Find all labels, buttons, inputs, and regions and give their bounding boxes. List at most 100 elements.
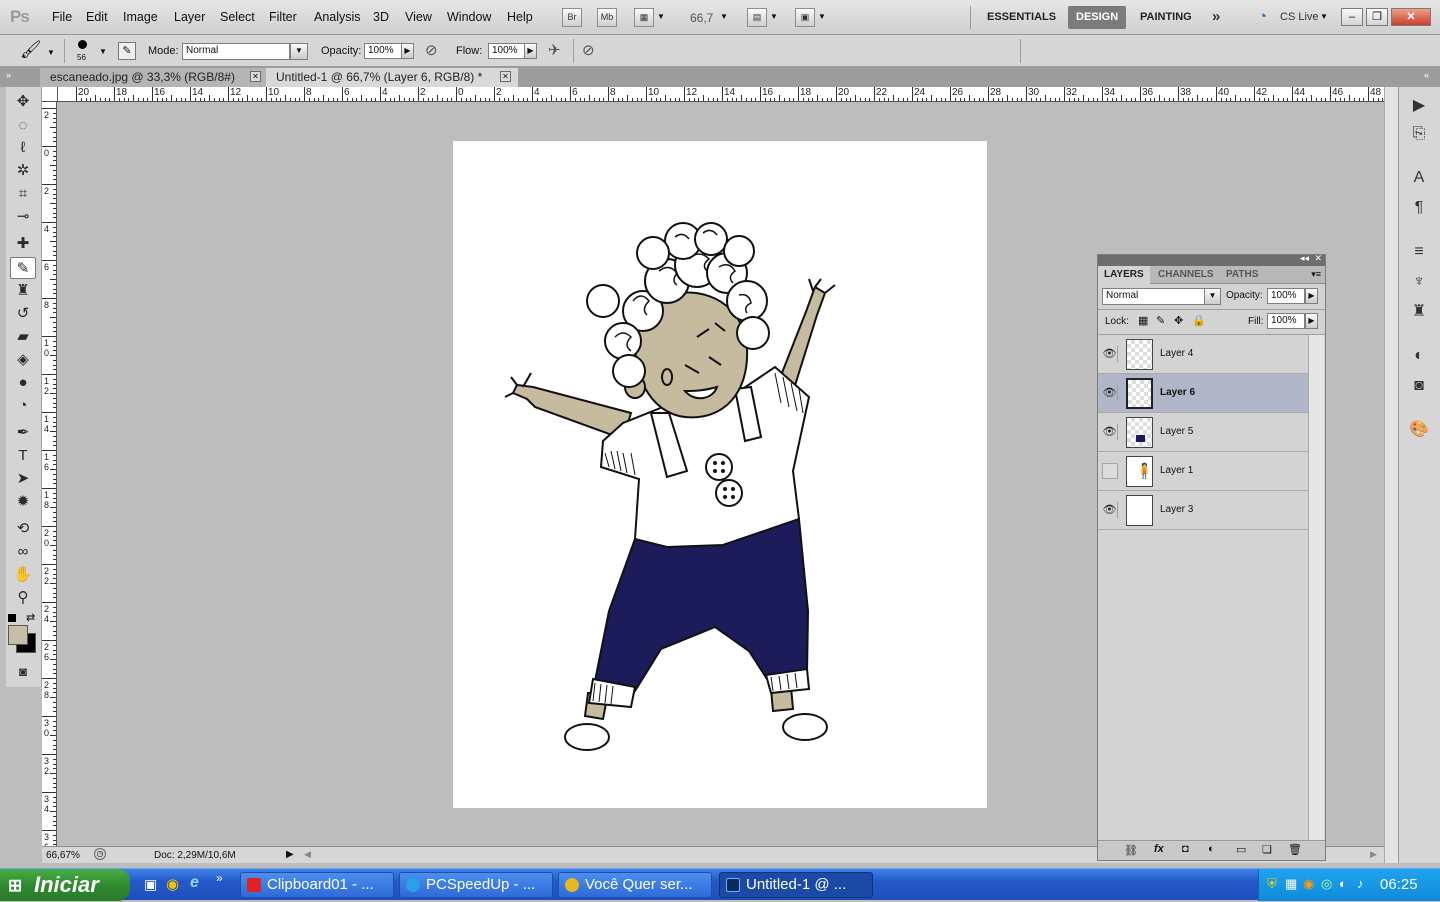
layer-row-layer-5[interactable]: 👁 Layer 5: [1098, 413, 1308, 452]
more-quicklaunch-icon[interactable]: »: [216, 871, 223, 885]
history-brush-icon[interactable]: ↺: [10, 303, 36, 325]
visibility-eye-icon[interactable]: 👁: [1102, 385, 1118, 401]
adjustment-layer-icon[interactable]: ◐: [1208, 843, 1215, 855]
menu-filter[interactable]: Filter: [269, 10, 297, 24]
layer-name[interactable]: Layer 4: [1160, 348, 1193, 359]
close-tab-icon[interactable]: ✕: [250, 71, 261, 82]
shape-tool-icon[interactable]: ✹: [10, 491, 36, 513]
start-button[interactable]: ⊞ Iniciar: [0, 869, 130, 901]
layer-opacity-input[interactable]: 100%: [1267, 288, 1305, 304]
layer-name[interactable]: Layer 6: [1160, 387, 1195, 398]
close-icon[interactable]: ✕: [1314, 253, 1322, 264]
security-shield-icon[interactable]: ⛨: [1267, 876, 1277, 892]
chevron-right-icon[interactable]: ▶: [1305, 288, 1318, 304]
brush-preview-icon[interactable]: [78, 40, 87, 49]
volume-icon[interactable]: ♪: [1357, 876, 1364, 891]
eyedropper-icon[interactable]: ⊸: [10, 206, 36, 228]
healing-brush-icon[interactable]: ✚: [10, 233, 36, 255]
pressure-size-icon[interactable]: ⊘: [582, 41, 595, 59]
brush-panel-icon[interactable]: ♆: [1407, 271, 1431, 293]
layer-row-layer-4[interactable]: 👁 Layer 4: [1098, 335, 1308, 374]
workspace-painting[interactable]: PAINTING: [1132, 6, 1200, 29]
swatches-panel-icon[interactable]: 🎨: [1407, 419, 1431, 441]
layer-name[interactable]: Layer 1: [1160, 465, 1193, 476]
task-pcspeedup[interactable]: PCSpeedUp - ...: [399, 872, 553, 898]
visibility-eye-icon[interactable]: 👁: [1102, 502, 1118, 518]
menu-view[interactable]: View: [405, 10, 432, 24]
restore-button[interactable]: ❐: [1366, 8, 1388, 26]
menu-3d[interactable]: 3D: [373, 10, 389, 24]
eraser-icon[interactable]: ▰: [10, 326, 36, 348]
chevron-down-icon[interactable]: ▼: [1320, 12, 1328, 21]
task-clipboard01[interactable]: Clipboard01 - ...: [240, 872, 394, 898]
lock-position-icon[interactable]: ✥: [1174, 314, 1183, 327]
menu-select[interactable]: Select: [220, 10, 255, 24]
task-photoshop[interactable]: Untitled-1 @ ...: [719, 872, 873, 898]
tab-escaneado[interactable]: escaneado.jpg @ 33,3% (RGB/8#): [40, 68, 266, 87]
tab-layers[interactable]: LAYERS: [1098, 266, 1150, 284]
blend-mode-select[interactable]: Normal: [1102, 288, 1206, 305]
brush-panel-icon[interactable]: ✎: [118, 42, 136, 60]
mode-select[interactable]: Normal: [182, 43, 290, 60]
show-desktop-icon[interactable]: ▣: [144, 876, 157, 893]
zoom-tool-icon[interactable]: ⚲: [10, 587, 36, 609]
status-options-icon[interactable]: ◷: [94, 848, 106, 860]
chevron-down-icon[interactable]: ▼: [1204, 288, 1221, 305]
extras-grid-icon[interactable]: ▦: [634, 8, 654, 27]
marquee-tool-icon[interactable]: ◌: [10, 115, 36, 137]
chevron-down-icon[interactable]: ▼: [47, 48, 55, 57]
cs-live-menu[interactable]: CS Live: [1280, 11, 1319, 23]
hand-tool-icon[interactable]: ✋: [10, 564, 36, 586]
tray-sync-icon[interactable]: ◐: [1339, 876, 1347, 891]
chevron-down-icon[interactable]: ▼: [818, 12, 826, 21]
adjustments-panel-icon[interactable]: ◐: [1407, 345, 1431, 367]
layer-style-icon[interactable]: fx: [1154, 843, 1164, 855]
layer-name[interactable]: Layer 3: [1160, 504, 1193, 515]
tab-channels[interactable]: CHANNELS: [1152, 266, 1220, 284]
menu-help[interactable]: Help: [507, 10, 533, 24]
opacity-input[interactable]: 100%: [364, 43, 402, 59]
zoom-level[interactable]: 66,7: [690, 11, 713, 25]
airbrush-icon[interactable]: ✈: [548, 41, 561, 59]
layer-row-layer-3[interactable]: 👁 Layer 3: [1098, 491, 1308, 530]
panel-menu-icon[interactable]: ▾≡: [1311, 269, 1321, 280]
arrange-documents-icon[interactable]: ▤: [747, 8, 767, 27]
document-canvas[interactable]: [453, 141, 987, 808]
clone-stamp-icon[interactable]: ♜: [10, 280, 36, 302]
zoom-percentage[interactable]: 66,67%: [46, 850, 80, 861]
menu-image[interactable]: Image: [123, 10, 158, 24]
type-tool-icon[interactable]: T: [10, 445, 36, 467]
close-tab-icon[interactable]: ✕: [500, 71, 511, 82]
menu-edit[interactable]: Edit: [86, 10, 108, 24]
layer-name[interactable]: Layer 5: [1160, 426, 1193, 437]
internet-explorer-icon[interactable]: e: [190, 874, 199, 892]
scroll-left-arrow[interactable]: ◀: [304, 849, 311, 860]
link-layers-icon[interactable]: ⛓: [1124, 844, 1138, 857]
update-icon[interactable]: ◉: [1303, 876, 1314, 892]
chevron-down-icon[interactable]: ▼: [657, 12, 665, 21]
workspace-essentials[interactable]: ESSENTIALS: [979, 6, 1064, 29]
layer-row-layer-6[interactable]: 👁 Layer 6: [1098, 374, 1308, 413]
chevron-down-icon[interactable]: ▼: [720, 12, 728, 21]
layers-scrollbar[interactable]: [1308, 335, 1324, 840]
new-group-icon[interactable]: ▭: [1236, 843, 1246, 856]
chrome-icon[interactable]: ◉: [166, 875, 179, 893]
default-colors-icon[interactable]: [8, 614, 16, 622]
horizontal-ruler[interactable]: 20 18 16 14 12 10 8 6 4 2 0 2 4 6 8 10 12 14 16 18 20 22 24 26 2…: [58, 87, 1384, 102]
pressure-opacity-icon[interactable]: ⊘: [425, 41, 438, 59]
swap-colors-icon[interactable]: ⇄: [26, 611, 35, 624]
chevron-right-icon[interactable]: ▶: [524, 43, 537, 59]
crop-tool-icon[interactable]: ⌗: [10, 183, 36, 205]
bridge-button[interactable]: Br: [562, 8, 582, 27]
collapse-icon[interactable]: ◂◂: [1300, 253, 1309, 264]
chevron-down-icon[interactable]: ▼: [99, 47, 107, 56]
visibility-eye-icon[interactable]: 👁: [1102, 424, 1118, 440]
tab-untitled-1[interactable]: Untitled-1 @ 66,7% (Layer 6, RGB/8) *: [266, 68, 518, 87]
chevron-down-icon[interactable]: ▼: [290, 43, 308, 60]
visibility-toggle-empty[interactable]: [1102, 463, 1118, 479]
task-chrome[interactable]: Você Quer ser...: [558, 872, 712, 898]
delete-layer-icon[interactable]: 🗑: [1288, 843, 1302, 856]
chevron-right-icon[interactable]: ▶: [401, 43, 414, 59]
new-layer-icon[interactable]: ❏: [1262, 843, 1272, 856]
lock-transparency-icon[interactable]: ▦: [1138, 314, 1148, 327]
